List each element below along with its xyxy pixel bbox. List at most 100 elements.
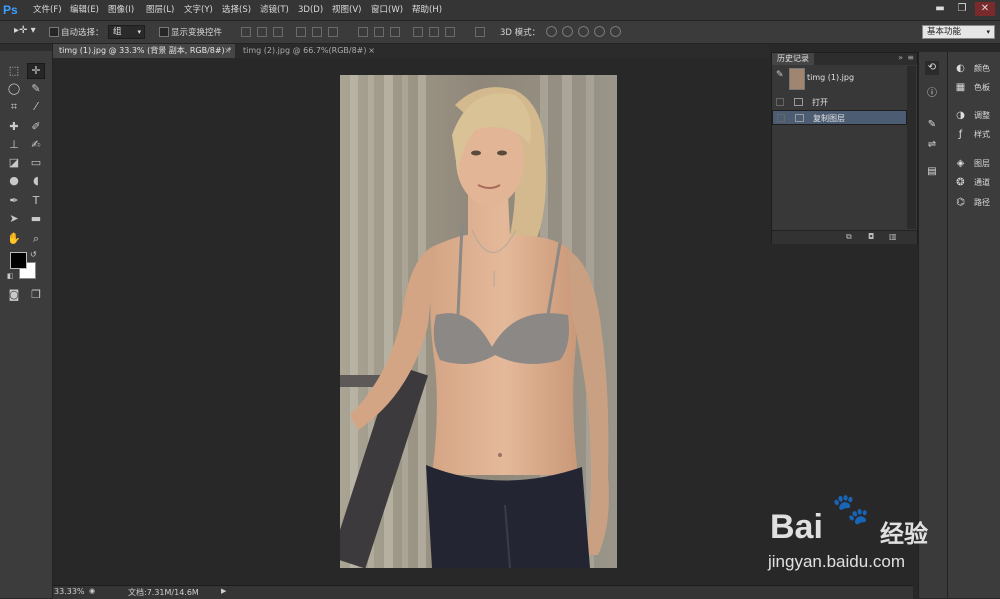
distribute-hcenter-icon[interactable] (429, 27, 439, 37)
panel-channels[interactable]: ❂ 通道 (948, 175, 1000, 191)
menu-layer[interactable]: 图层(L) (146, 3, 174, 17)
lasso-tool-icon[interactable]: ◯ (6, 82, 22, 96)
close-button[interactable]: ✕ (975, 2, 995, 16)
menu-select[interactable]: 选择(S) (222, 3, 251, 17)
type-tool-icon[interactable]: T (28, 194, 44, 208)
trash-icon[interactable]: ▥ (889, 232, 897, 241)
align-hcenter-icon[interactable] (312, 27, 322, 37)
menu-filter[interactable]: 滤镜(T) (260, 3, 289, 17)
3d-roll-icon[interactable] (562, 26, 573, 37)
move-tool-icon[interactable]: ✛ (27, 63, 45, 79)
menu-3d[interactable]: 3D(D) (298, 3, 323, 17)
new-document-from-state-icon[interactable]: ⧉ (846, 232, 852, 242)
quick-mask-icon[interactable]: ◙ (6, 288, 22, 302)
dodge-tool-icon[interactable]: ◖ (28, 174, 44, 188)
spot-healing-tool-icon[interactable]: ✚ (6, 120, 22, 134)
document-image[interactable] (340, 75, 617, 568)
history-tab[interactable]: 历史记录 (772, 53, 814, 65)
distribute-top-icon[interactable] (358, 27, 368, 37)
close-icon[interactable]: × (224, 44, 231, 58)
distribute-vcenter-icon[interactable] (374, 27, 384, 37)
menu-type[interactable]: 文字(Y) (184, 3, 213, 17)
panel-adjustments[interactable]: ◑ 调整 (948, 108, 1000, 124)
foreground-color-swatch[interactable] (10, 252, 27, 269)
menu-window[interactable]: 窗口(W) (371, 3, 403, 17)
tab-timg-2[interactable]: timg (2).jpg @ 66.7%(RGB/8#) × (237, 44, 379, 58)
screen-mode-icon[interactable]: ❐ (28, 288, 44, 302)
workspace-value: 基本功能 (927, 27, 962, 37)
auto-select-dropdown[interactable]: 组 ▾ (108, 25, 145, 39)
3d-scale-icon[interactable] (610, 26, 621, 37)
panel-layers[interactable]: ◈ 图层 (948, 156, 1000, 172)
history-item-duplicate-layer[interactable]: 复制图层 (772, 110, 907, 125)
history-source-checkbox[interactable] (777, 114, 785, 122)
camera-snapshot-icon[interactable]: ◘ (868, 232, 874, 241)
collapse-icon[interactable]: » (898, 53, 903, 62)
menu-image[interactable]: 图像(I) (108, 3, 134, 17)
panel-menu-icon[interactable]: ≡ (907, 53, 914, 62)
panel-color[interactable]: ◐ 颜色 (948, 61, 1000, 77)
align-bottom-icon[interactable] (273, 27, 283, 37)
menu-help[interactable]: 帮助(H) (412, 3, 442, 17)
align-top-icon[interactable] (241, 27, 251, 37)
show-transform-label: 显示变换控件 (171, 28, 223, 38)
gradient-tool-icon[interactable]: ▭ (28, 156, 44, 170)
auto-select-checkbox[interactable] (49, 27, 59, 37)
tab-timg-1[interactable]: timg (1).jpg @ 33.3% (背景 副本, RGB/8#) * × (53, 44, 235, 58)
eraser-tool-icon[interactable]: ◪ (6, 156, 22, 170)
3d-rotate-icon[interactable] (546, 26, 557, 37)
close-icon[interactable]: × (368, 44, 375, 58)
quick-select-tool-icon[interactable]: ✎ (28, 82, 44, 96)
crop-tool-icon[interactable]: ⌗ (6, 100, 22, 114)
snapshot-label[interactable]: timg (1).jpg (807, 73, 854, 82)
play-arrow-icon[interactable]: ▶ (221, 587, 226, 595)
status-menu-icon[interactable]: ◉ (89, 587, 95, 595)
hand-tool-icon[interactable]: ✋ (6, 232, 22, 246)
properties-panel-icon[interactable]: ▤ (925, 165, 939, 179)
3d-slide-icon[interactable] (594, 26, 605, 37)
color-icon: ◐ (956, 63, 965, 74)
restore-button[interactable]: ❐ (952, 2, 972, 16)
eyedropper-tool-icon[interactable]: ⁄ (28, 100, 44, 114)
rectangle-tool-icon[interactable]: ▬ (28, 212, 44, 226)
marquee-tool-icon[interactable]: ⬚ (6, 64, 22, 78)
align-left-icon[interactable] (296, 27, 306, 37)
panel-swatches[interactable]: ▦ 色板 (948, 80, 1000, 96)
brush-tool-icon[interactable]: ✐ (28, 120, 44, 134)
path-selection-tool-icon[interactable]: ➤ (6, 212, 22, 226)
history-scrollbar[interactable] (907, 66, 916, 229)
document-tab-bar: timg (1).jpg @ 33.3% (背景 副本, RGB/8#) * ×… (53, 44, 769, 58)
minimize-button[interactable]: ▬ (930, 2, 950, 16)
align-vcenter-icon[interactable] (257, 27, 267, 37)
distribute-right-icon[interactable] (445, 27, 455, 37)
history-brush-source-icon[interactable]: ✎ (776, 70, 786, 80)
pen-tool-icon[interactable]: ✒ (6, 194, 22, 208)
brush-panel-icon[interactable]: ✎ (925, 118, 939, 132)
history-source-checkbox[interactable] (776, 98, 784, 106)
show-transform-checkbox[interactable] (159, 27, 169, 37)
panel-paths[interactable]: ⌬ 路径 (948, 195, 1000, 211)
swap-colors-icon[interactable]: ↺ (30, 250, 37, 259)
blur-tool-icon[interactable]: ● (6, 174, 22, 188)
auto-align-icon[interactable] (475, 27, 485, 37)
distribute-left-icon[interactable] (413, 27, 423, 37)
history-brush-tool-icon[interactable]: ✍ (28, 138, 44, 152)
move-tool-preset-icon[interactable]: ▸✛ ▾ (14, 25, 36, 36)
clone-stamp-tool-icon[interactable]: ⊥ (6, 138, 22, 152)
panel-styles[interactable]: ƒ 样式 (948, 127, 1000, 143)
history-item-open[interactable]: 打开 (772, 95, 907, 110)
brush-presets-icon[interactable]: ⇌ (925, 138, 939, 152)
zoom-tool-icon[interactable]: ⌕ (28, 232, 44, 246)
info-panel-icon[interactable]: ⓘ (925, 87, 939, 101)
menu-edit[interactable]: 编辑(E) (70, 3, 99, 17)
3d-pan-icon[interactable] (578, 26, 589, 37)
snapshot-thumbnail[interactable] (789, 68, 805, 90)
default-colors-icon[interactable]: ◧ (7, 272, 14, 280)
distribute-bottom-icon[interactable] (390, 27, 400, 37)
menu-view[interactable]: 视图(V) (332, 3, 361, 17)
workspace-dropdown[interactable]: 基本功能 ▾ (922, 25, 995, 39)
zoom-level[interactable]: 33.33% (54, 587, 85, 596)
menu-file[interactable]: 文件(F) (33, 3, 62, 17)
align-right-icon[interactable] (328, 27, 338, 37)
history-panel-icon[interactable]: ⟲ (925, 61, 939, 75)
